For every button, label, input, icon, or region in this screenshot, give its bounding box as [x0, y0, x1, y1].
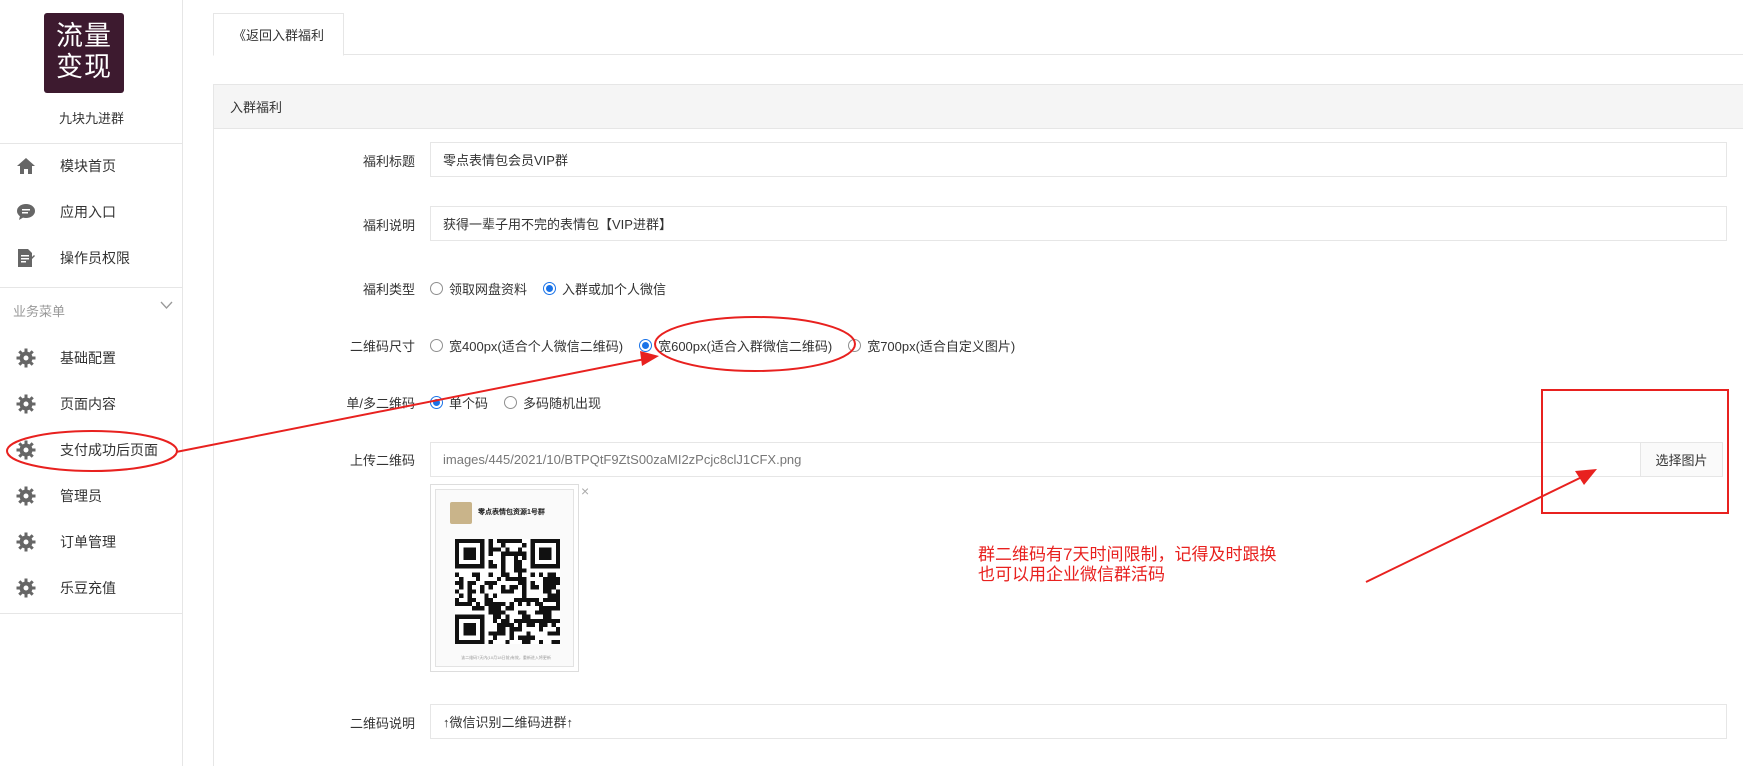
qr-size-radio-group: 宽400px(适合个人微信二维码) 宽600px(适合入群微信二维码) 宽700…	[430, 336, 1031, 355]
home-icon	[16, 156, 36, 176]
choose-image-button[interactable]: 选择图片	[1640, 443, 1722, 476]
welfare-title-input[interactable]: 零点表情包会员VIP群	[430, 142, 1727, 177]
welfare-title-label: 福利标题	[362, 154, 415, 169]
radio-icon	[430, 339, 443, 352]
tab-bar: 《返回入群福利	[213, 0, 1743, 56]
welfare-type-option-join-group[interactable]: 入群或加个人微信	[543, 279, 666, 298]
group-avatar	[450, 502, 472, 524]
sidebar-section-title: 业务菜单	[13, 304, 66, 319]
annotation-note: 群二维码有7天时间限制，记得及时跟换 也可以用企业微信群活码	[978, 545, 1276, 585]
sidebar-item-basic-config[interactable]: 基础配置	[0, 336, 183, 380]
sidebar-item-app-entry[interactable]: 应用入口	[0, 190, 183, 234]
sidebar-item-label: 管理员	[60, 488, 102, 504]
sidebar-item-label: 应用入口	[60, 204, 116, 220]
qr-size-label: 二维码尺寸	[349, 339, 415, 354]
sidebar-item-label: 基础配置	[60, 350, 116, 366]
sidebar-item-label: 订单管理	[60, 534, 116, 550]
qr-mode-label: 单/多二维码	[346, 396, 415, 411]
gear-icon	[16, 348, 36, 368]
sidebar-divider	[0, 287, 183, 288]
chevron-down-icon[interactable]	[160, 298, 173, 313]
welfare-type-option-netdisk[interactable]: 领取网盘资料	[430, 279, 527, 298]
qr-size-option-700[interactable]: 宽700px(适合自定义图片)	[848, 336, 1015, 355]
welfare-desc-label: 福利说明	[362, 218, 415, 233]
app-root: 流量 变现 九块九进群 模块首页 应用入口 操作员权限 业务菜单 基础配置 页面…	[0, 0, 1743, 766]
sidebar-divider	[0, 613, 183, 614]
sidebar-item-ledou-recharge[interactable]: 乐豆充值	[0, 566, 183, 610]
logo-text-line2: 变现	[56, 52, 112, 83]
sidebar-item-orders[interactable]: 订单管理	[0, 520, 183, 564]
radio-selected-icon	[430, 396, 443, 409]
qr-preview-card: 零点表情包资源1号群 该二维码7天内(10月18日前)有效，重新进入将更新	[435, 489, 574, 667]
radio-icon	[430, 282, 443, 295]
logo: 流量 变现	[44, 13, 124, 93]
qr-mode-option-multi[interactable]: 多码随机出现	[504, 393, 601, 412]
qr-desc-input[interactable]: ↑微信识别二维码进群↑	[430, 704, 1727, 739]
qr-size-option-400[interactable]: 宽400px(适合个人微信二维码)	[430, 336, 623, 355]
logo-text-line1: 流量	[56, 21, 112, 52]
panel-title: 入群福利	[214, 85, 1743, 129]
sidebar-item-payment-success-page[interactable]: 支付成功后页面	[0, 428, 183, 472]
qr-mode-radio-group: 单个码 多码随机出现	[430, 393, 617, 412]
annotation-line2: 也可以用企业微信群活码	[978, 565, 1165, 584]
sidebar-item-page-content[interactable]: 页面内容	[0, 382, 183, 426]
sidebar-item-label: 模块首页	[60, 158, 116, 174]
sidebar-item-label: 乐豆充值	[60, 580, 116, 596]
welfare-type-radio-group: 领取网盘资料 入群或加个人微信	[430, 279, 682, 298]
chat-bubble-icon	[16, 202, 36, 222]
preview-group-title: 零点表情包资源1号群	[478, 509, 545, 516]
radio-selected-icon	[543, 282, 557, 295]
upload-path-input[interactable]: images/445/2021/10/BTPQtF9ZtS00zaMI2zPcj…	[431, 443, 1640, 476]
sidebar-item-label: 操作员权限	[60, 250, 130, 266]
qr-size-option-600[interactable]: 宽600px(适合入群微信二维码)	[639, 336, 832, 355]
gear-icon	[16, 440, 36, 460]
sidebar-item-admins[interactable]: 管理员	[0, 474, 183, 518]
annotation-line1: 群二维码有7天时间限制，记得及时跟换	[978, 545, 1277, 564]
close-icon[interactable]: ×	[581, 483, 589, 499]
brand-name: 九块九进群	[58, 111, 124, 126]
sidebar-item-label: 页面内容	[60, 396, 116, 412]
gear-icon	[16, 578, 36, 598]
sidebar: 流量 变现 九块九进群 模块首页 应用入口 操作员权限 业务菜单 基础配置 页面…	[0, 0, 183, 766]
document-edit-icon	[16, 248, 36, 268]
sidebar-item-home[interactable]: 模块首页	[0, 144, 183, 188]
welfare-type-label: 福利类型	[362, 282, 415, 297]
qr-mode-option-single[interactable]: 单个码	[430, 393, 488, 412]
gear-icon	[16, 394, 36, 414]
gear-icon	[16, 486, 36, 506]
qr-code-image	[455, 539, 560, 644]
preview-caption: 该二维码7天内(10月18日前)有效，重新进入将更新	[461, 655, 551, 660]
sidebar-item-operator-permissions[interactable]: 操作员权限	[0, 236, 183, 280]
gear-icon	[16, 532, 36, 552]
radio-icon	[848, 339, 862, 352]
upload-qr-field: images/445/2021/10/BTPQtF9ZtS00zaMI2zPcj…	[430, 442, 1723, 477]
tab-back-to-group-welfare[interactable]: 《返回入群福利	[213, 13, 344, 56]
radio-selected-icon	[639, 339, 653, 352]
welfare-desc-input[interactable]: 获得一辈子用不完的表情包【VIP进群】	[430, 206, 1727, 241]
qr-desc-label: 二维码说明	[349, 716, 415, 731]
qr-preview-thumbnail: 零点表情包资源1号群 该二维码7天内(10月18日前)有效，重新进入将更新	[430, 484, 579, 672]
radio-icon	[504, 396, 518, 409]
upload-qr-label: 上传二维码	[349, 453, 415, 468]
sidebar-item-label: 支付成功后页面	[60, 442, 158, 458]
